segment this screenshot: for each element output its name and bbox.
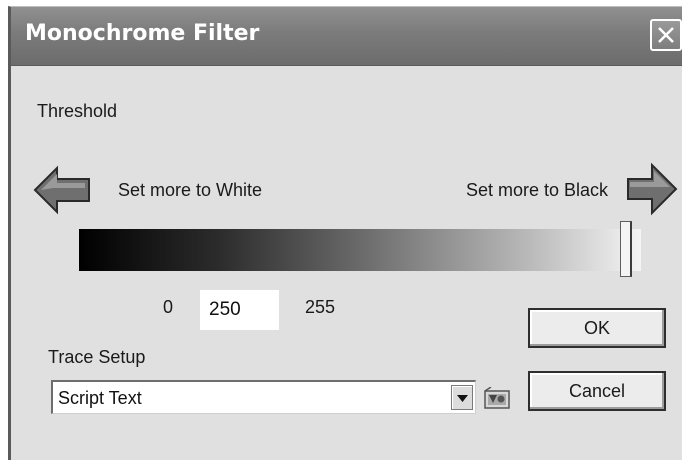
- trace-setup-select[interactable]: Script Text: [51, 380, 476, 414]
- cancel-button[interactable]: Cancel: [528, 371, 666, 411]
- threshold-max-label: 255: [305, 297, 336, 317]
- right-arrow-icon: [626, 161, 678, 222]
- trace-setup-selected-value: Script Text: [58, 388, 142, 408]
- threshold-value-input[interactable]: [200, 290, 279, 330]
- monochrome-filter-dialog: Monochrome Filter Threshold Set more to …: [8, 6, 682, 460]
- set-more-white-label: Set more to White: [118, 180, 263, 200]
- threshold-slider-thumb[interactable]: [619, 221, 632, 277]
- left-arrow-icon: [33, 164, 91, 221]
- trace-setup-label: Trace Setup: [48, 347, 146, 367]
- close-button[interactable]: [650, 19, 682, 51]
- title-bar[interactable]: Monochrome Filter: [11, 7, 682, 66]
- dialog-title: Monochrome Filter: [25, 21, 260, 46]
- trace-settings-icon[interactable]: [483, 386, 511, 416]
- threshold-heading: Threshold: [37, 101, 118, 121]
- set-more-black-label: Set more to Black: [466, 180, 609, 200]
- threshold-min-label: 0: [163, 297, 174, 317]
- dropdown-arrow-button[interactable]: [451, 385, 473, 410]
- threshold-gradient-track[interactable]: [79, 229, 641, 271]
- ok-button[interactable]: OK: [528, 308, 666, 348]
